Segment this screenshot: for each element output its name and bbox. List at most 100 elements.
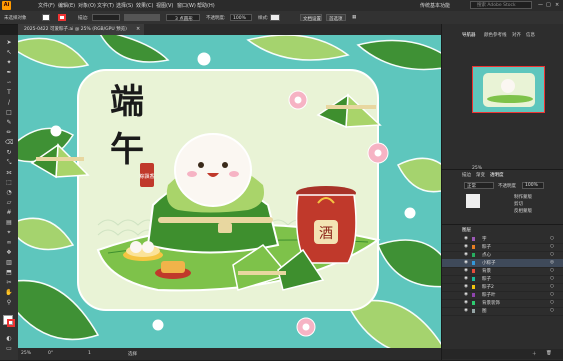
eyedropper-icon[interactable]: ⌖	[5, 229, 13, 237]
draw-mode-icon[interactable]: ◐	[5, 335, 13, 343]
free-transform-icon[interactable]: ⬚	[5, 179, 13, 187]
zoom-level[interactable]: 25%	[21, 351, 31, 356]
layer-eye-icon[interactable]: ◉	[464, 276, 468, 281]
stroke-swatch[interactable]	[58, 14, 66, 21]
delete-layer-icon[interactable]: 🗑	[546, 351, 552, 356]
line-tool-icon[interactable]: /	[5, 99, 13, 107]
menu-object[interactable]: 对象(O)	[78, 2, 96, 9]
perspective-icon[interactable]: ▱	[5, 199, 13, 207]
opacity-input[interactable]: 100%	[230, 14, 252, 21]
opacity-panel-input[interactable]: 100%	[522, 182, 544, 189]
clip-checkbox[interactable]: 剪切	[514, 201, 523, 207]
menu-type[interactable]: 文字(T)	[97, 2, 114, 9]
tab-align[interactable]: 对齐	[512, 32, 521, 38]
pencil-icon[interactable]: ✏	[5, 129, 13, 137]
style-swatch[interactable]	[270, 14, 280, 21]
layer-target-icon[interactable]: ◎	[550, 260, 554, 265]
layer-eye-icon[interactable]: ◉	[464, 260, 468, 265]
rotate-icon[interactable]: ↻	[5, 149, 13, 157]
workspace-switcher[interactable]: 传统基本功能	[420, 2, 450, 9]
pen-tool-icon[interactable]: ✒	[5, 69, 13, 77]
layer-eye-icon[interactable]: ◉	[464, 308, 468, 313]
artboard-tool-icon[interactable]: ⬒	[5, 269, 13, 277]
tab-navigator[interactable]: 导航器	[462, 32, 476, 38]
rectangle-tool-icon[interactable]: □	[5, 109, 13, 117]
new-layer-icon[interactable]: ＋	[532, 351, 537, 357]
magic-wand-icon[interactable]: ✦	[5, 59, 13, 67]
menu-file[interactable]: 文件(F)	[38, 2, 55, 9]
width-tool-icon[interactable]: ⟗	[5, 169, 13, 177]
slice-tool-icon[interactable]: ✂	[5, 279, 13, 287]
tab-transparency[interactable]: 透明度	[490, 172, 504, 178]
layer-eye-icon[interactable]: ◉	[464, 284, 468, 289]
layer-target-icon[interactable]: ○	[550, 292, 554, 297]
menu-help[interactable]: 帮助(H)	[197, 2, 215, 9]
fill-swatch[interactable]	[42, 14, 50, 21]
menu-effect[interactable]: 效果(C)	[136, 2, 153, 9]
rotate-view[interactable]: 0°	[48, 351, 53, 356]
type-tool-icon[interactable]: T	[5, 89, 13, 97]
screen-mode-icon[interactable]: ▭	[5, 345, 13, 353]
tab-info[interactable]: 信息	[526, 32, 535, 38]
layer-eye-icon[interactable]: ◉	[464, 236, 468, 241]
close-tab-icon[interactable]: ×	[136, 26, 140, 32]
layer-target-icon[interactable]: ○	[550, 276, 554, 281]
curvature-icon[interactable]: ∽	[5, 79, 13, 87]
layer-eye-icon[interactable]: ◉	[464, 300, 468, 305]
mesh-icon[interactable]: #	[5, 209, 13, 217]
mask-thumbnail[interactable]	[466, 194, 480, 208]
artboard-number[interactable]: 1	[88, 351, 91, 356]
make-mask-button[interactable]: 制作蒙版	[514, 194, 532, 200]
tab-stroke[interactable]: 描边	[462, 172, 471, 178]
gradient-icon[interactable]: ▤	[5, 219, 13, 227]
layer-eye-icon[interactable]: ◉	[464, 268, 468, 273]
layer-target-icon[interactable]: ○	[550, 308, 554, 313]
layer-eye-icon[interactable]: ◉	[464, 292, 468, 297]
graph-tool-icon[interactable]: ▥	[5, 259, 13, 267]
document-tab[interactable]: 2025-0422 可爱粽子.ai @ 25% (RGB/GPU 预览)	[18, 24, 144, 35]
hand-tool-icon[interactable]: ✋	[5, 289, 13, 297]
tab-gradient[interactable]: 渐变	[476, 172, 485, 178]
layer-target-icon[interactable]: ○	[550, 252, 554, 257]
maximize-icon[interactable]: □	[546, 2, 551, 8]
brush-select[interactable]: 3 点圆形	[166, 14, 200, 22]
close-window-icon[interactable]: ×	[555, 2, 559, 8]
zoom-tool-icon[interactable]: ⚲	[5, 299, 13, 307]
stroke-weight-input[interactable]	[92, 14, 120, 21]
preferences-button[interactable]: 首选项	[326, 14, 346, 22]
invert-mask-checkbox[interactable]: 反相蒙版	[514, 208, 532, 214]
layer-name: 粽子	[482, 245, 491, 250]
layer-target-icon[interactable]: ○	[550, 284, 554, 289]
layer-target-icon[interactable]: ○	[550, 300, 554, 305]
menu-edit[interactable]: 编辑(E)	[58, 2, 75, 9]
eraser-icon[interactable]: ⌫	[5, 139, 13, 147]
menu-select[interactable]: 选择(S)	[116, 2, 133, 9]
layer-eye-icon[interactable]: ◉	[464, 252, 468, 257]
layer-target-icon[interactable]: ○	[550, 268, 554, 273]
layer-row[interactable]: ◉ 图 ○	[442, 307, 563, 316]
minimize-icon[interactable]: —	[538, 2, 543, 8]
layer-eye-icon[interactable]: ◉	[464, 244, 468, 249]
app-logo[interactable]: Ai	[2, 1, 11, 10]
doc-setup-button[interactable]: 文档设置	[300, 14, 322, 22]
blend-icon[interactable]: ∞	[5, 239, 13, 247]
stroke-color-icon[interactable]	[7, 319, 15, 327]
layers-footer: ＋ 🗑	[442, 349, 563, 359]
selection-tool-icon[interactable]: ➤	[5, 39, 13, 47]
symbol-sprayer-icon[interactable]: ❖	[5, 249, 13, 257]
canvas-area[interactable]: 酒 端 午 粽飘香	[18, 35, 441, 348]
shape-builder-icon[interactable]: ◔	[5, 189, 13, 197]
layer-target-icon[interactable]: ○	[550, 236, 554, 241]
arrange-icon[interactable]: ▦	[352, 15, 356, 20]
variable-width-select[interactable]	[124, 14, 160, 21]
layer-target-icon[interactable]: ○	[550, 244, 554, 249]
menu-window[interactable]: 窗口(W)	[177, 2, 196, 9]
blend-mode-select[interactable]: 正常	[464, 182, 494, 189]
tab-color-guide[interactable]: 颜色参考线	[484, 32, 507, 38]
direct-selection-icon[interactable]: ↖	[5, 49, 13, 57]
navigator-preview[interactable]	[472, 66, 545, 113]
stock-search-input[interactable]: 搜索 Adobe Stock	[470, 1, 532, 9]
paintbrush-icon[interactable]: ✎	[5, 119, 13, 127]
menu-view[interactable]: 视图(V)	[156, 2, 173, 9]
scale-icon[interactable]: ⤡	[5, 159, 13, 167]
